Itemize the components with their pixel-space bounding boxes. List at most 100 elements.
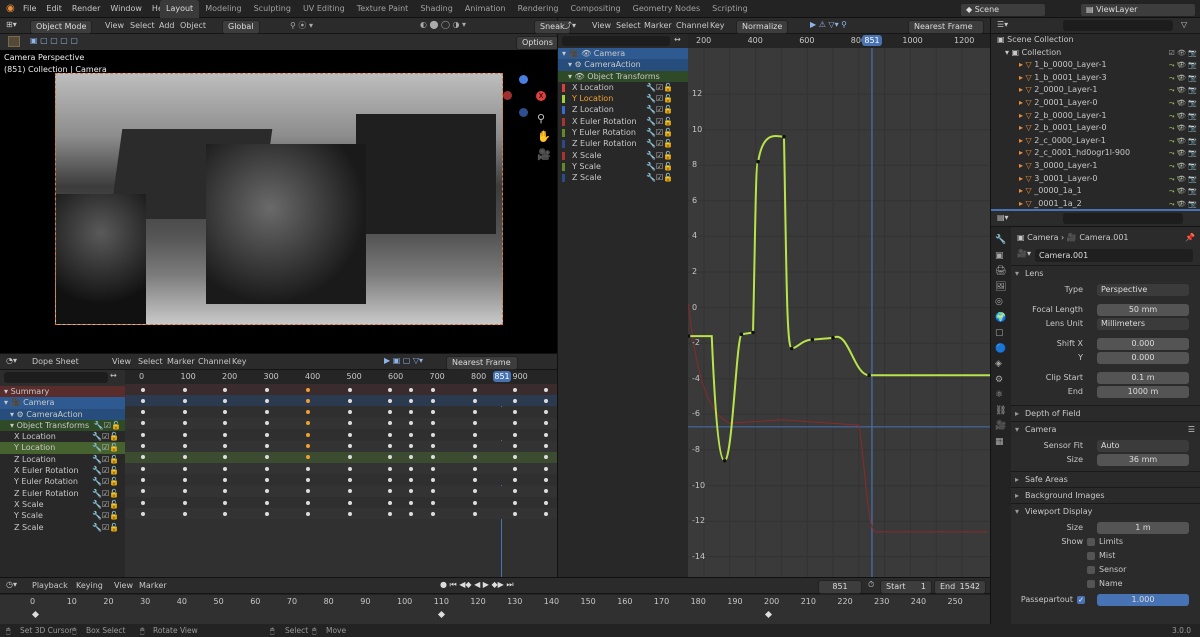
keyframe-dot[interactable] bbox=[306, 511, 310, 516]
sensor-fit-dropdown[interactable]: Auto bbox=[1097, 440, 1189, 452]
graph-search-field[interactable] bbox=[562, 36, 670, 46]
dope-search[interactable]: ↔ bbox=[0, 370, 125, 386]
keyframe-dot[interactable] bbox=[348, 444, 352, 448]
tab-uv-editing[interactable]: UV Editing bbox=[297, 0, 351, 18]
pin-icon[interactable]: 📌 bbox=[1185, 229, 1200, 247]
end-frame-field[interactable]: End 1542 bbox=[934, 580, 986, 594]
graph-channel-toggles-icon[interactable]: 🔧☑🔓 bbox=[646, 127, 673, 138]
keyframe-dot[interactable] bbox=[409, 432, 413, 437]
keyframe-dot[interactable] bbox=[183, 444, 187, 448]
options-button[interactable]: Options bbox=[516, 36, 559, 50]
dope-keyframe-area[interactable]: 0 100 200 300 400 500 600 700 800 900 851 bbox=[125, 370, 557, 578]
keyframe-dot[interactable] bbox=[409, 398, 413, 403]
graph-channel-row[interactable]: X Euler Rotation 🔧☑🔓 bbox=[558, 116, 688, 127]
graph-channel-row[interactable]: Y Scale 🔧☑🔓 bbox=[558, 161, 688, 172]
timeline-keyframe[interactable] bbox=[764, 610, 773, 619]
channel-toggles-icon[interactable]: 🔧☑🔓 bbox=[92, 442, 119, 453]
section-camera[interactable]: Camera ☰ bbox=[1011, 421, 1200, 438]
keyframe-dot[interactable] bbox=[431, 432, 435, 437]
keyframe-dot[interactable] bbox=[265, 477, 269, 482]
tab-shading[interactable]: Shading bbox=[414, 0, 459, 18]
dope-filter-icons[interactable]: ▶ ▣ ▢ ▽▾ bbox=[384, 356, 423, 365]
keyframe-dot[interactable] bbox=[183, 511, 187, 516]
graph-sync-icon[interactable]: ↔ bbox=[674, 34, 681, 45]
graph-channel-row[interactable]: Y Location 🔧☑🔓 bbox=[558, 93, 688, 104]
timeline-view-menu[interactable]: View bbox=[114, 581, 133, 590]
graph-menu-select[interactable]: Select bbox=[616, 21, 641, 30]
keyframe-dot[interactable] bbox=[513, 511, 517, 516]
object-visibility-icons[interactable]: 👁 📷 bbox=[1177, 122, 1197, 135]
keyframe-dot[interactable] bbox=[223, 444, 227, 448]
channel-toggles-icon[interactable]: 🔧☑🔓 bbox=[92, 510, 119, 521]
keyframe-dot[interactable] bbox=[183, 432, 187, 437]
type-dropdown[interactable]: Perspective bbox=[1097, 284, 1189, 296]
properties-search-field[interactable] bbox=[1063, 213, 1183, 224]
channel-toggles-icon[interactable]: 🔧☑🔓 bbox=[92, 454, 119, 465]
outliner-object-row[interactable]: ▸ ▽ 3_0000_Layer-1 ⤳ ▽ 👁 📷 bbox=[991, 160, 1200, 173]
graph-editor-icon[interactable]: ⤴▾ bbox=[564, 20, 576, 31]
navigation-gizmo[interactable]: X bbox=[503, 75, 546, 137]
graph-channel-row[interactable]: X Location 🔧☑🔓 bbox=[558, 82, 688, 93]
graph-channel-row[interactable]: X Scale 🔧☑🔓 bbox=[558, 150, 688, 161]
section-viewport-display[interactable]: Viewport Display bbox=[1011, 503, 1200, 520]
keyframe-dot[interactable] bbox=[348, 511, 352, 516]
mode-dropdown[interactable]: Object Mode bbox=[30, 20, 93, 34]
keyframe-dot[interactable] bbox=[223, 466, 227, 471]
gizmo-neg-x-axis[interactable] bbox=[503, 91, 512, 100]
keyframe-dot[interactable] bbox=[265, 511, 269, 516]
keyframe-dot[interactable] bbox=[513, 398, 517, 403]
name-checkbox[interactable] bbox=[1087, 580, 1095, 588]
keyframe-dot[interactable] bbox=[265, 432, 269, 437]
outliner-object-row[interactable]: ▸ ▽ 2_b_0001_Layer-0 ⤳ ▽ 👁 📷 bbox=[991, 122, 1200, 135]
object-visibility-icons[interactable]: 👁 📷 bbox=[1177, 147, 1197, 160]
section-dof[interactable]: Depth of Field bbox=[1011, 405, 1200, 422]
keyframe-dot[interactable] bbox=[141, 387, 145, 392]
dope-current-frame[interactable]: 851 bbox=[493, 371, 511, 382]
dope-action-row[interactable]: ▾ ⚙ CameraAction bbox=[0, 408, 125, 420]
keyframe-dot[interactable] bbox=[431, 511, 435, 516]
channel-toggles-icon[interactable]: 🔧☑🔓 bbox=[92, 476, 119, 487]
object-visibility-icons[interactable]: 👁 📷 bbox=[1177, 84, 1197, 97]
dope-channel-row[interactable]: Z Scale 🔧☑🔓 bbox=[0, 522, 125, 533]
shift-x-field[interactable]: 0.000 bbox=[1097, 338, 1189, 350]
data-block-name[interactable]: Camera.001 bbox=[1035, 249, 1193, 262]
section-background-images[interactable]: Background Images bbox=[1011, 487, 1200, 504]
pan-hand-icon[interactable]: ✋ bbox=[537, 130, 551, 143]
tab-modeling[interactable]: Modeling bbox=[199, 0, 247, 18]
outliner-editor-icon[interactable]: ☰▾ bbox=[997, 20, 1008, 29]
keyframe-dot[interactable] bbox=[388, 466, 392, 471]
outliner-filter-icon[interactable]: ▽ bbox=[1181, 20, 1187, 29]
camera-data-tab-icon[interactable]: 🎥 bbox=[995, 421, 1006, 431]
outliner-search-field[interactable] bbox=[1063, 20, 1173, 31]
keyframe-dot[interactable] bbox=[141, 500, 145, 505]
keyframe-dot[interactable] bbox=[409, 511, 413, 516]
keyframe-dot[interactable] bbox=[473, 466, 477, 471]
graph-current-frame[interactable]: 851 bbox=[862, 35, 882, 46]
keyframe-dot[interactable] bbox=[544, 444, 548, 448]
display-size-field[interactable]: 1 m bbox=[1097, 522, 1189, 534]
keyframe-dot[interactable] bbox=[544, 511, 548, 516]
sync-icon[interactable]: ↔ bbox=[110, 370, 117, 381]
object-visibility-icons[interactable]: 👁 📷 bbox=[1177, 160, 1197, 173]
viewlayer-selector[interactable]: ▤ ViewLayer bbox=[1080, 3, 1196, 17]
outliner-object-row[interactable]: ▸ ▽ _0000_1a_1 ⤳ ▽ 👁 📷 bbox=[991, 185, 1200, 198]
keyframe-dot[interactable] bbox=[544, 387, 548, 392]
graph-channel-toggles-icon[interactable]: 🔧☑🔓 bbox=[646, 82, 673, 93]
camera-view-icon[interactable]: 🎥 bbox=[537, 148, 551, 161]
timeline-keyframe[interactable] bbox=[437, 610, 446, 619]
normalize-toggle[interactable]: Normalize bbox=[736, 20, 789, 34]
passepartout-checkbox[interactable]: ✓ bbox=[1077, 596, 1085, 604]
object-visibility-icons[interactable]: 👁 📷 bbox=[1177, 59, 1197, 72]
breadcrumb-data[interactable]: Camera.001 bbox=[1079, 233, 1128, 242]
graph-action-row[interactable]: ▾ ⚙ CameraAction bbox=[558, 59, 688, 71]
channel-toggles-icon[interactable]: 🔧☑🔓 bbox=[92, 522, 119, 533]
menu-window[interactable]: Window bbox=[105, 0, 147, 18]
preview-range-icon[interactable]: ⏱ bbox=[868, 580, 874, 590]
sensor-size-field[interactable]: 36 mm bbox=[1097, 454, 1189, 466]
keyframe-dot[interactable] bbox=[348, 477, 352, 482]
outliner-object-row[interactable]: ▸ ▽ 2_0001_Layer-0 ⤳ ▽ 👁 📷 bbox=[991, 97, 1200, 110]
keyframe-dot[interactable] bbox=[183, 477, 187, 482]
gizmo-neg-z-axis[interactable] bbox=[519, 108, 528, 117]
keyframe-dot[interactable] bbox=[431, 398, 435, 403]
shading-icons[interactable]: ◐ ⬤ ◯ ◑ ▾ bbox=[420, 20, 466, 29]
